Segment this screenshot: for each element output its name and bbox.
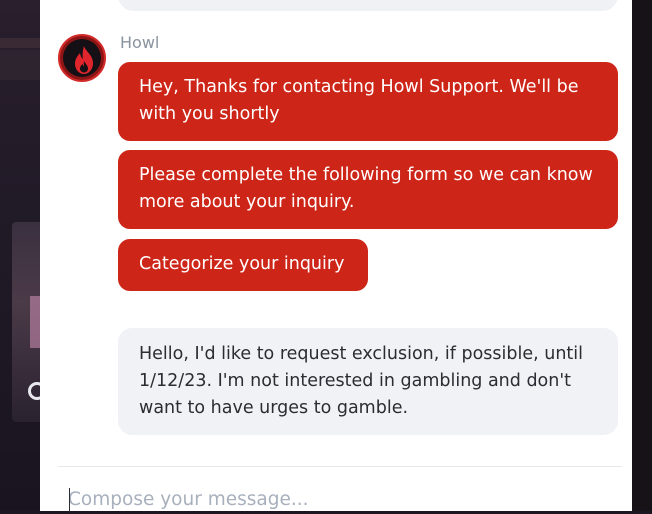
text-caret	[69, 488, 70, 512]
flame-icon	[75, 46, 93, 74]
avatar	[58, 34, 106, 82]
chat-widget: Howl Hey, Thanks for contacting Howl Sup…	[40, 0, 632, 514]
right-edge-bar	[632, 0, 652, 511]
background-nav-strip	[0, 50, 40, 80]
bot-message-form-prompt: Please complete the following form so we…	[118, 150, 618, 229]
categorize-inquiry-button[interactable]: Categorize your inquiry	[118, 239, 368, 291]
background-header-strip	[0, 38, 40, 48]
user-message: Hello, I'd like to request exclusion, if…	[118, 328, 618, 435]
previous-message-bubble	[118, 0, 618, 11]
compose-message-input[interactable]	[68, 484, 608, 514]
sender-name: Howl	[120, 33, 160, 52]
composer-divider	[58, 466, 622, 467]
bot-message-greeting: Hey, Thanks for contacting Howl Support.…	[118, 62, 618, 141]
background-card-highlight	[30, 296, 40, 348]
